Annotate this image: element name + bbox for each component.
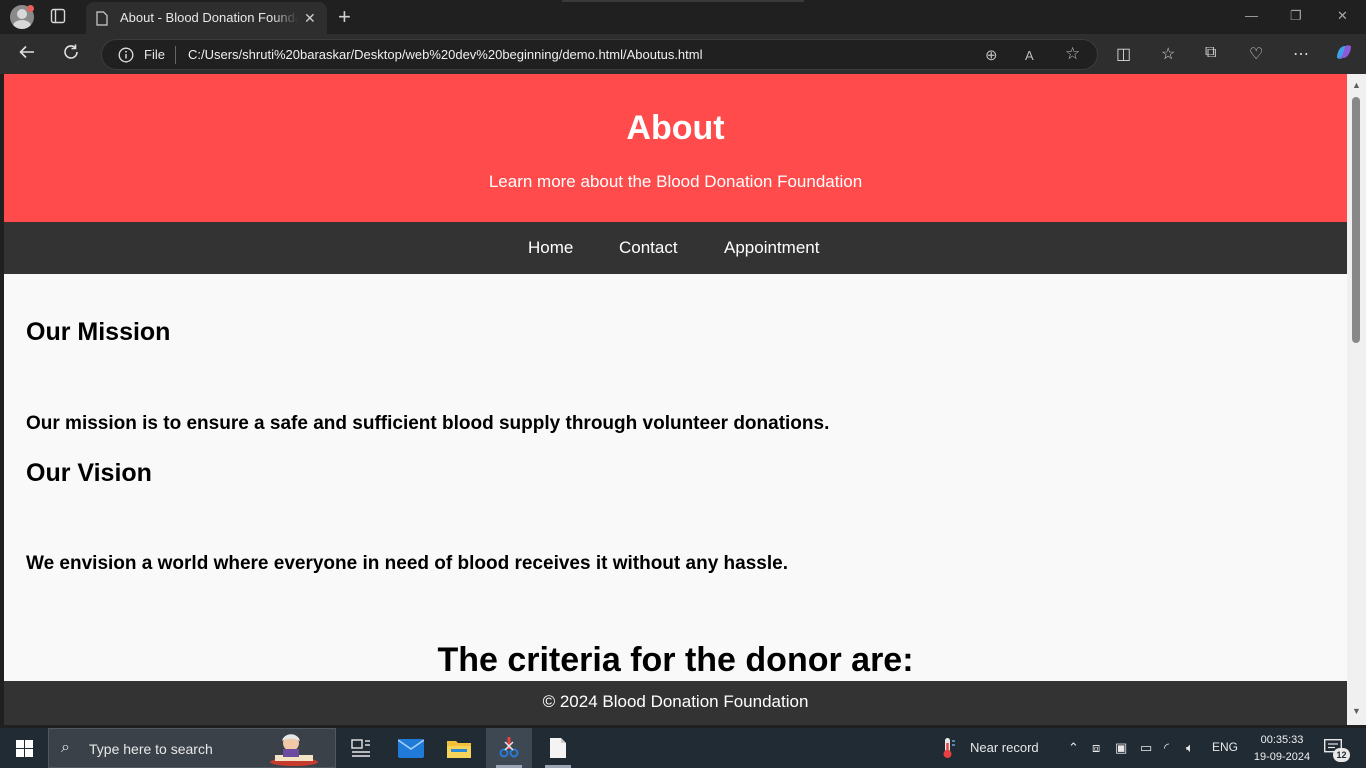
site-nav: Home Contact Appointment <box>4 222 1347 274</box>
windows-start-icon[interactable] <box>16 740 33 757</box>
zoom-icon[interactable]: ⊕ <box>985 46 998 64</box>
mission-heading: Our Mission <box>26 318 171 346</box>
favorite-star-icon[interactable]: ☆ <box>1065 44 1080 64</box>
profile-notification-dot <box>27 5 34 12</box>
more-icon[interactable]: ⋯ <box>1293 44 1309 64</box>
notification-count-badge: 12 <box>1333 748 1350 762</box>
site-scheme-label[interactable]: File <box>144 47 165 62</box>
url-text[interactable]: C:/Users/shruti%20baraskar/Desktop/web%2… <box>188 47 703 62</box>
criteria-heading: The criteria for the donor are: <box>437 641 914 679</box>
language-indicator[interactable]: ENG <box>1212 740 1238 754</box>
read-aloud-icon[interactable]: A <box>1025 48 1034 63</box>
vision-heading: Our Vision <box>26 459 152 487</box>
info-icon[interactable] <box>118 47 134 68</box>
page-icon <box>96 11 108 31</box>
page-title: About <box>626 109 725 147</box>
minimize-icon[interactable]: — <box>1245 8 1258 23</box>
refresh-icon[interactable] <box>62 43 80 66</box>
wifi-icon[interactable]: ◜ <box>1164 740 1169 756</box>
clock[interactable]: 00:35:33 19-09-2024 <box>1250 732 1314 766</box>
temperature-icon[interactable] <box>940 737 956 762</box>
browser-tab-active[interactable]: About - Blood Donation Foundation ✕ <box>86 2 327 34</box>
file-explorer-icon[interactable] <box>436 728 482 768</box>
snipping-tool-icon[interactable] <box>486 728 532 768</box>
scrollbar-thumb[interactable] <box>1352 97 1360 343</box>
weather-text[interactable]: Near record <box>970 740 1039 755</box>
collections-icon[interactable]: ⧉ <box>1205 44 1216 62</box>
back-icon[interactable] <box>18 43 36 66</box>
mission-text: Our mission is to ensure a safe and suff… <box>26 413 830 434</box>
tab-actions-icon[interactable] <box>50 8 70 26</box>
search-icon: ⌕ <box>61 739 70 756</box>
taskbar: ⌕ Type here to search Near record ⌃ ⧈ ▣ … <box>0 728 1366 768</box>
nav-link-appointment[interactable]: Appointment <box>724 238 819 258</box>
volume-icon[interactable]: 🔈︎ <box>1186 740 1194 756</box>
taskbar-search-placeholder: Type here to search <box>89 741 213 757</box>
display-icon[interactable]: ▣ <box>1115 740 1127 756</box>
scroll-up-icon[interactable]: ▲ <box>1352 80 1361 90</box>
mail-icon[interactable] <box>388 728 434 768</box>
meet-now-icon[interactable]: ⧈ <box>1092 740 1100 756</box>
chevron-up-icon[interactable]: ⌃ <box>1068 740 1079 756</box>
favorites-icon[interactable]: ☆ <box>1161 44 1175 64</box>
nav-link-home[interactable]: Home <box>528 238 573 258</box>
notepad-icon[interactable] <box>535 728 581 768</box>
copilot-icon[interactable] <box>1333 41 1355 68</box>
page-header: About Learn more about the Blood Donatio… <box>4 74 1347 222</box>
split-screen-icon[interactable]: ◫ <box>1116 44 1131 64</box>
page-subtitle: Learn more about the Blood Donation Foun… <box>488 172 863 191</box>
tab-strip: About - Blood Donation Foundation ✕ + — … <box>0 0 1366 34</box>
nav-link-contact[interactable]: Contact <box>619 238 678 258</box>
clock-time: 00:35:33 <box>1260 734 1304 746</box>
performance-icon[interactable]: ♡ <box>1249 44 1263 64</box>
page-scrollbar[interactable]: ▲ ▼ <box>1347 74 1366 725</box>
vision-text: We envision a world where everyone in ne… <box>26 553 788 574</box>
address-bar[interactable]: File C:/Users/shruti%20baraskar/Desktop/… <box>101 39 1098 70</box>
battery-icon[interactable]: ▭ <box>1140 740 1152 756</box>
close-icon[interactable]: ✕ <box>304 10 316 27</box>
scroll-down-icon[interactable]: ▼ <box>1352 706 1361 716</box>
task-view-icon[interactable] <box>338 728 384 768</box>
page-footer: © 2024 Blood Donation Foundation <box>4 681 1347 725</box>
tab-strip-accent <box>562 0 804 2</box>
restore-icon[interactable]: ❐ <box>1290 8 1302 24</box>
clock-date: 19-09-2024 <box>1253 751 1311 763</box>
taskbar-search-box[interactable]: ⌕ Type here to search <box>48 728 336 768</box>
page-viewport: About Learn more about the Blood Donatio… <box>4 74 1347 681</box>
tab-title: About - Blood Donation Foundation <box>120 10 298 25</box>
omnibox-divider <box>175 46 176 64</box>
new-tab-button[interactable]: + <box>338 4 351 30</box>
window-close-icon[interactable]: ✕ <box>1337 8 1348 24</box>
search-highlight-illustration-icon <box>267 729 321 767</box>
